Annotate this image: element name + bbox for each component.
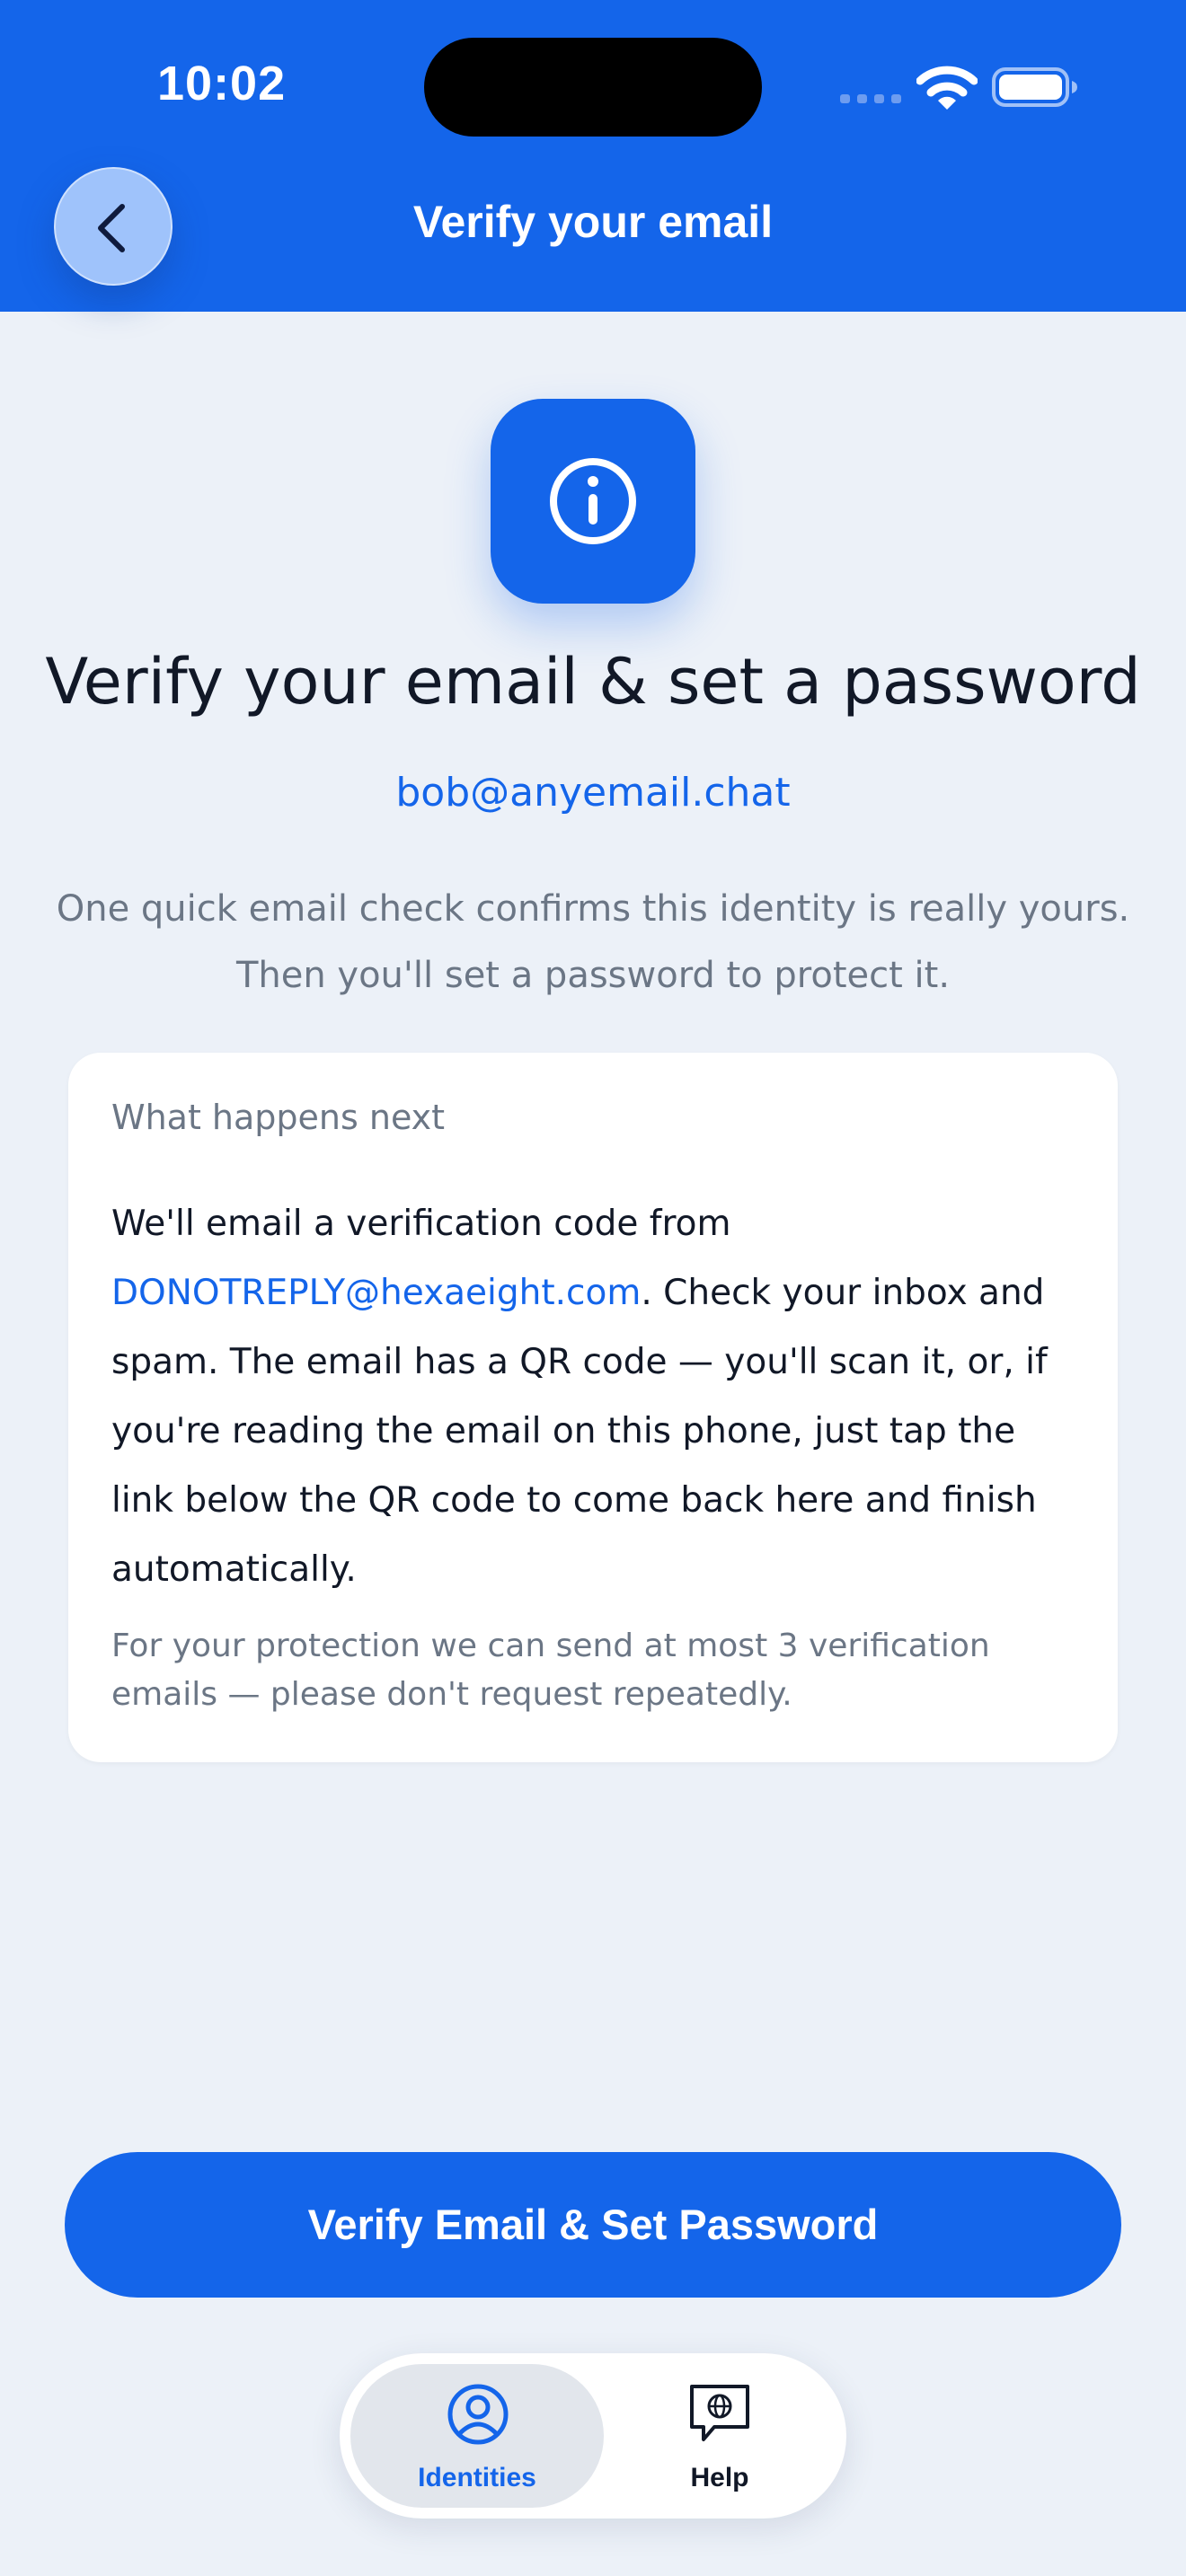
intro-text: One quick email check confirms this iden…	[54, 876, 1132, 1009]
person-circle-icon	[447, 2384, 509, 2445]
cellular-signal-icon	[840, 94, 901, 103]
intro-line-1: One quick email check confirms this iden…	[56, 888, 1130, 930]
info-badge	[491, 399, 695, 604]
card-title: What happens next	[111, 1098, 446, 1137]
card-body-suffix: . Check your inbox and spam. The email h…	[111, 1273, 1048, 1590]
tab-identities[interactable]: Identities	[350, 2364, 604, 2508]
intro-line-2: Then you'll set a password to protect it…	[235, 955, 951, 996]
card-body-prefix: We'll email a verification code from	[111, 1204, 731, 1244]
account-email: bob@anyemail.chat	[395, 770, 791, 816]
verify-email-button[interactable]: Verify Email & Set Password	[65, 2152, 1121, 2298]
tab-help[interactable]: Help	[604, 2364, 836, 2508]
tab-label-help: Help	[690, 2463, 749, 2492]
app-header: 10:02 Verify your email	[0, 0, 1186, 312]
dynamic-island	[424, 38, 762, 137]
next-steps-card: What happens next We'll email a verifica…	[68, 1053, 1118, 1762]
page-heading: Verify your email & set a password	[45, 645, 1141, 719]
card-note: For your protection we can send at most …	[111, 1628, 990, 1713]
sender-email-link: DONOTREPLY@hexaeight.com	[111, 1273, 642, 1313]
info-icon	[550, 458, 636, 544]
card-body: We'll email a verification code from DON…	[111, 1189, 1082, 1604]
chat-globe-icon	[690, 2385, 749, 2441]
tab-bar: Identities Help	[340, 2353, 846, 2519]
status-time: 10:02	[157, 57, 287, 110]
header-title: Verify your email	[412, 197, 774, 247]
tab-label-identities: Identities	[418, 2463, 536, 2492]
battery-icon	[992, 67, 1077, 107]
wifi-icon	[916, 66, 978, 110]
